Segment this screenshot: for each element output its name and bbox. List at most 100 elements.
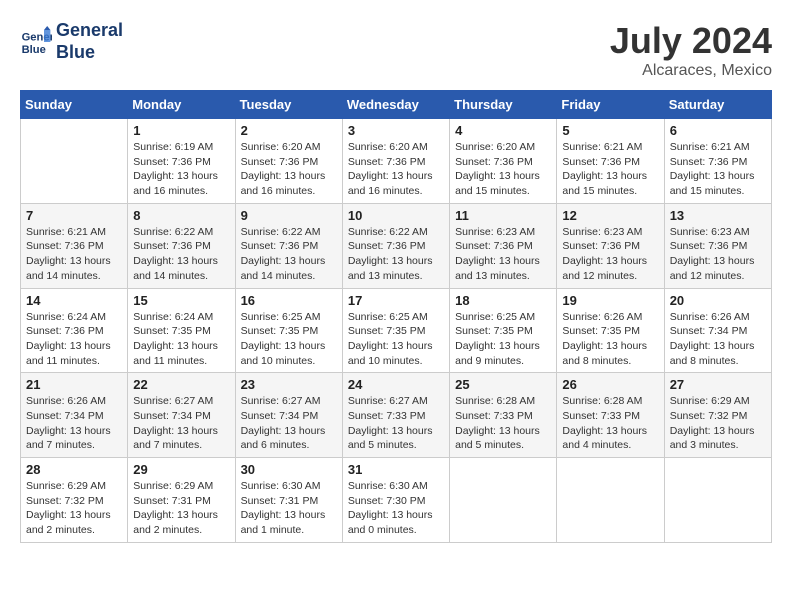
day-info: Sunrise: 6:20 AM Sunset: 7:36 PM Dayligh…	[241, 140, 337, 199]
day-info: Sunrise: 6:22 AM Sunset: 7:36 PM Dayligh…	[241, 225, 337, 284]
day-number: 27	[670, 377, 766, 392]
day-number: 25	[455, 377, 551, 392]
day-number: 15	[133, 293, 229, 308]
day-number: 1	[133, 123, 229, 138]
header-saturday: Saturday	[664, 91, 771, 119]
day-cell: 17Sunrise: 6:25 AM Sunset: 7:35 PM Dayli…	[342, 288, 449, 373]
day-cell: 26 Sunrise: 6:28 AM Sunset: 7:33 PM Dayli…	[557, 373, 664, 458]
day-number: 22	[133, 377, 229, 392]
day-number: 20	[670, 293, 766, 308]
day-cell: 16Sunrise: 6:25 AM Sunset: 7:35 PM Dayli…	[235, 288, 342, 373]
day-cell: 2 Sunrise: 6:20 AM Sunset: 7:36 PM Daylig…	[235, 119, 342, 204]
day-number: 18	[455, 293, 551, 308]
day-info: Sunrise: 6:29 AM Sunset: 7:31 PM Dayligh…	[133, 479, 229, 538]
day-info: Sunrise: 6:30 AM Sunset: 7:31 PM Dayligh…	[241, 479, 337, 538]
day-cell: 29 Sunrise: 6:29 AM Sunset: 7:31 PM Dayli…	[128, 458, 235, 543]
calendar-body: 1 Sunrise: 6:19 AM Sunset: 7:36 PM Daylig…	[21, 119, 772, 543]
header-sunday: Sunday	[21, 91, 128, 119]
day-number: 2	[241, 123, 337, 138]
day-cell: 7Sunrise: 6:21 AM Sunset: 7:36 PM Daylig…	[21, 203, 128, 288]
logo: General Blue General Blue	[20, 20, 123, 63]
day-info: Sunrise: 6:20 AM Sunset: 7:36 PM Dayligh…	[348, 140, 444, 199]
day-number: 13	[670, 208, 766, 223]
day-info: Sunrise: 6:27 AM Sunset: 7:34 PM Dayligh…	[133, 394, 229, 453]
page-header: General Blue General Blue July 2024 Alca…	[20, 20, 772, 80]
day-info: Sunrise: 6:21 AM Sunset: 7:36 PM Dayligh…	[562, 140, 658, 199]
day-number: 9	[241, 208, 337, 223]
day-cell: 20 Sunrise: 6:26 AM Sunset: 7:34 PM Dayli…	[664, 288, 771, 373]
logo-icon: General Blue	[20, 26, 52, 58]
day-number: 26	[562, 377, 658, 392]
day-cell: 1 Sunrise: 6:19 AM Sunset: 7:36 PM Daylig…	[128, 119, 235, 204]
day-info: Sunrise: 6:24 AM Sunset: 7:35 PM Dayligh…	[133, 310, 229, 369]
day-cell: 13 Sunrise: 6:23 AM Sunset: 7:36 PM Dayli…	[664, 203, 771, 288]
location-title: Alcaraces, Mexico	[610, 62, 772, 80]
day-number: 10	[348, 208, 444, 223]
day-info: Sunrise: 6:28 AM Sunset: 7:33 PM Dayligh…	[455, 394, 551, 453]
day-info: Sunrise: 6:22 AM Sunset: 7:36 PM Dayligh…	[133, 225, 229, 284]
day-info: Sunrise: 6:21 AM Sunset: 7:36 PM Dayligh…	[670, 140, 766, 199]
month-title: July 2024	[610, 20, 772, 62]
day-cell	[450, 458, 557, 543]
day-info: Sunrise: 6:28 AM Sunset: 7:33 PM Dayligh…	[562, 394, 658, 453]
day-info: Sunrise: 6:19 AM Sunset: 7:36 PM Dayligh…	[133, 140, 229, 199]
week-row-1: 1 Sunrise: 6:19 AM Sunset: 7:36 PM Daylig…	[21, 119, 772, 204]
day-info: Sunrise: 6:23 AM Sunset: 7:36 PM Dayligh…	[562, 225, 658, 284]
day-info: Sunrise: 6:23 AM Sunset: 7:36 PM Dayligh…	[455, 225, 551, 284]
day-number: 14	[26, 293, 122, 308]
day-info: Sunrise: 6:27 AM Sunset: 7:34 PM Dayligh…	[241, 394, 337, 453]
day-info: Sunrise: 6:20 AM Sunset: 7:36 PM Dayligh…	[455, 140, 551, 199]
day-number: 29	[133, 462, 229, 477]
day-number: 16	[241, 293, 337, 308]
calendar-header: SundayMondayTuesdayWednesdayThursdayFrid…	[21, 91, 772, 119]
day-cell: 21Sunrise: 6:26 AM Sunset: 7:34 PM Dayli…	[21, 373, 128, 458]
day-cell: 25 Sunrise: 6:28 AM Sunset: 7:33 PM Dayli…	[450, 373, 557, 458]
logo-blue: Blue	[56, 42, 95, 62]
day-cell: 10 Sunrise: 6:22 AM Sunset: 7:36 PM Dayli…	[342, 203, 449, 288]
day-info: Sunrise: 6:25 AM Sunset: 7:35 PM Dayligh…	[348, 310, 444, 369]
day-number: 30	[241, 462, 337, 477]
day-number: 3	[348, 123, 444, 138]
week-row-2: 7Sunrise: 6:21 AM Sunset: 7:36 PM Daylig…	[21, 203, 772, 288]
day-cell: 11Sunrise: 6:23 AM Sunset: 7:36 PM Dayli…	[450, 203, 557, 288]
header-row: SundayMondayTuesdayWednesdayThursdayFrid…	[21, 91, 772, 119]
day-cell: 5Sunrise: 6:21 AM Sunset: 7:36 PM Daylig…	[557, 119, 664, 204]
day-info: Sunrise: 6:26 AM Sunset: 7:34 PM Dayligh…	[26, 394, 122, 453]
day-info: Sunrise: 6:22 AM Sunset: 7:36 PM Dayligh…	[348, 225, 444, 284]
day-cell: 8 Sunrise: 6:22 AM Sunset: 7:36 PM Daylig…	[128, 203, 235, 288]
day-cell: 15 Sunrise: 6:24 AM Sunset: 7:35 PM Dayli…	[128, 288, 235, 373]
day-cell: 6Sunrise: 6:21 AM Sunset: 7:36 PM Daylig…	[664, 119, 771, 204]
day-cell: 30 Sunrise: 6:30 AM Sunset: 7:31 PM Dayli…	[235, 458, 342, 543]
header-wednesday: Wednesday	[342, 91, 449, 119]
day-number: 12	[562, 208, 658, 223]
day-number: 31	[348, 462, 444, 477]
header-thursday: Thursday	[450, 91, 557, 119]
day-info: Sunrise: 6:24 AM Sunset: 7:36 PM Dayligh…	[26, 310, 122, 369]
day-cell: 12 Sunrise: 6:23 AM Sunset: 7:36 PM Dayli…	[557, 203, 664, 288]
day-cell	[664, 458, 771, 543]
week-row-4: 21Sunrise: 6:26 AM Sunset: 7:34 PM Dayli…	[21, 373, 772, 458]
title-area: July 2024 Alcaraces, Mexico	[610, 20, 772, 80]
day-number: 19	[562, 293, 658, 308]
day-cell: 23 Sunrise: 6:27 AM Sunset: 7:34 PM Dayli…	[235, 373, 342, 458]
day-number: 8	[133, 208, 229, 223]
day-cell: 9 Sunrise: 6:22 AM Sunset: 7:36 PM Daylig…	[235, 203, 342, 288]
day-info: Sunrise: 6:26 AM Sunset: 7:34 PM Dayligh…	[670, 310, 766, 369]
day-number: 23	[241, 377, 337, 392]
day-cell: 19 Sunrise: 6:26 AM Sunset: 7:35 PM Dayli…	[557, 288, 664, 373]
day-cell: 28 Sunrise: 6:29 AM Sunset: 7:32 PM Dayli…	[21, 458, 128, 543]
day-info: Sunrise: 6:27 AM Sunset: 7:33 PM Dayligh…	[348, 394, 444, 453]
day-cell: 27 Sunrise: 6:29 AM Sunset: 7:32 PM Dayli…	[664, 373, 771, 458]
logo-text-block: General Blue	[56, 20, 123, 63]
day-cell: 24Sunrise: 6:27 AM Sunset: 7:33 PM Dayli…	[342, 373, 449, 458]
day-info: Sunrise: 6:29 AM Sunset: 7:32 PM Dayligh…	[670, 394, 766, 453]
header-friday: Friday	[557, 91, 664, 119]
day-number: 28	[26, 462, 122, 477]
day-number: 7	[26, 208, 122, 223]
day-info: Sunrise: 6:26 AM Sunset: 7:35 PM Dayligh…	[562, 310, 658, 369]
day-info: Sunrise: 6:29 AM Sunset: 7:32 PM Dayligh…	[26, 479, 122, 538]
header-tuesday: Tuesday	[235, 91, 342, 119]
day-info: Sunrise: 6:23 AM Sunset: 7:36 PM Dayligh…	[670, 225, 766, 284]
header-monday: Monday	[128, 91, 235, 119]
day-info: Sunrise: 6:30 AM Sunset: 7:30 PM Dayligh…	[348, 479, 444, 538]
